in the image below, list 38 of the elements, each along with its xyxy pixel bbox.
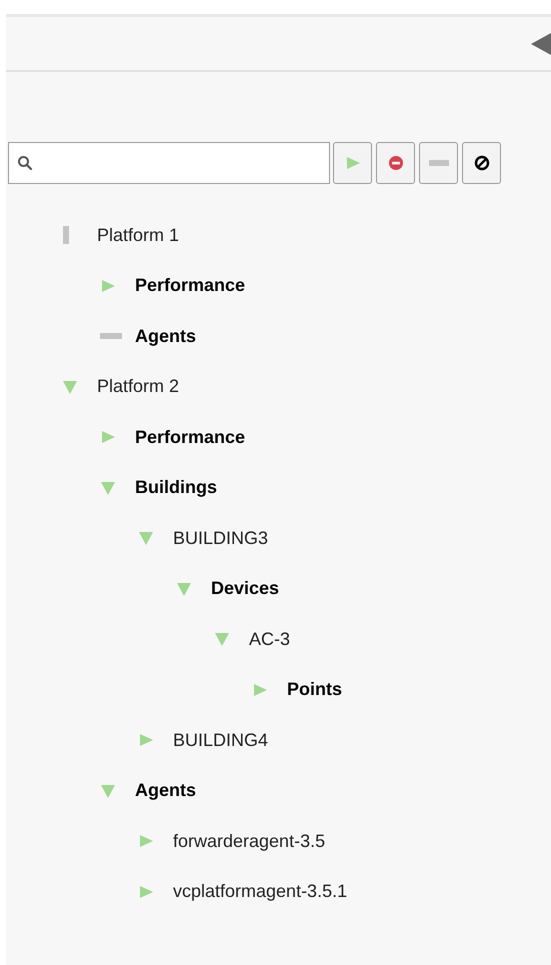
dash-icon — [428, 159, 448, 167]
search-field[interactable] — [8, 142, 330, 184]
dash-icon — [100, 333, 122, 340]
play-filter-button[interactable] — [333, 142, 372, 184]
collapse-triangle-icon[interactable] — [531, 32, 551, 56]
tree-item[interactable]: Devices — [211, 578, 280, 600]
collapsed-triangle-icon[interactable] — [138, 884, 154, 900]
tree-item[interactable]: Performance — [135, 275, 246, 296]
ban-icon — [474, 155, 490, 171]
tree-item[interactable]: Agents — [135, 326, 196, 347]
stop-icon — [388, 155, 404, 171]
play-icon — [344, 155, 360, 171]
tree-item[interactable]: AC-3 — [249, 628, 290, 650]
expanded-triangle-icon[interactable] — [176, 580, 192, 597]
tree-item[interactable]: Buildings — [135, 477, 217, 498]
tree-item[interactable]: forwarderagent-3.5 — [173, 830, 326, 852]
collapsed-triangle-icon[interactable] — [138, 732, 154, 748]
stop-filter-button[interactable] — [376, 142, 415, 184]
tree-item[interactable]: Performance — [135, 426, 246, 448]
expanded-triangle-icon[interactable] — [100, 782, 116, 799]
expanded-triangle-icon[interactable] — [138, 530, 154, 546]
tree-item[interactable]: vcplatformagent-3.5.1 — [173, 881, 348, 902]
tree-item[interactable]: BUILDING4 — [173, 730, 268, 751]
collapsed-triangle-icon[interactable] — [252, 682, 268, 698]
collapsed-triangle-icon[interactable] — [100, 429, 116, 446]
tree-item[interactable]: Points — [287, 679, 342, 700]
tree-item[interactable]: Platform 1 — [97, 224, 180, 246]
ban-filter-button[interactable] — [462, 142, 501, 184]
expanded-triangle-icon[interactable] — [100, 480, 116, 496]
tree-item[interactable]: Platform 2 — [97, 376, 180, 398]
collapsed-triangle-icon[interactable] — [138, 833, 154, 850]
vertical-bar-icon — [62, 226, 70, 244]
collapsed-triangle-icon[interactable] — [100, 278, 116, 294]
expanded-triangle-icon[interactable] — [62, 378, 78, 395]
tree-item[interactable]: Agents — [135, 780, 196, 802]
search-icon — [17, 155, 33, 171]
expanded-triangle-icon[interactable] — [214, 631, 230, 648]
tree-item[interactable]: BUILDING3 — [173, 528, 268, 549]
